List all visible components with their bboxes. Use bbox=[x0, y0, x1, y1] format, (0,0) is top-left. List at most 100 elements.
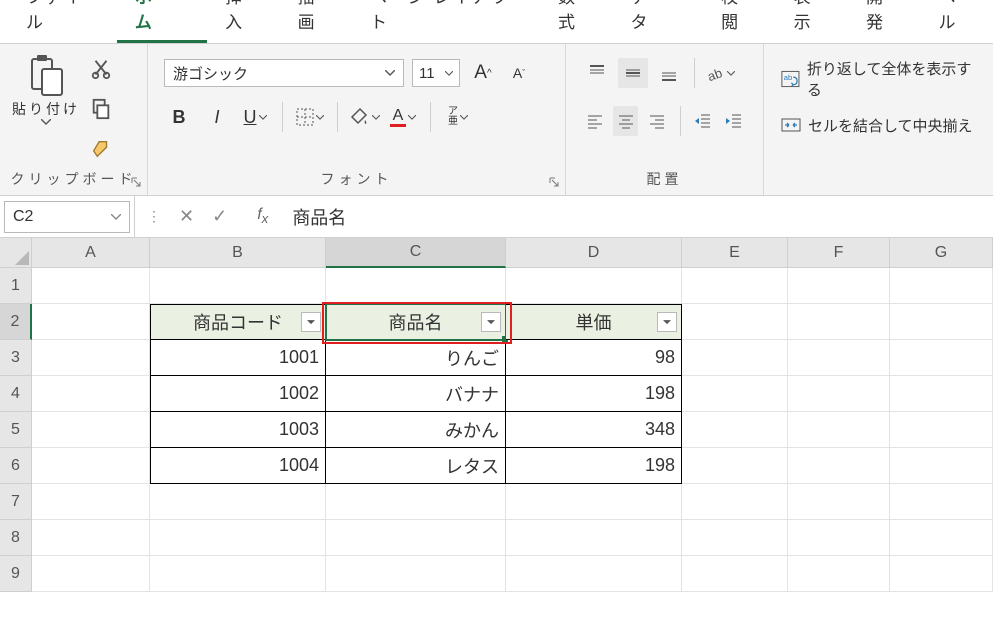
borders-button[interactable] bbox=[295, 102, 325, 132]
cell-B7[interactable] bbox=[150, 484, 326, 520]
font-name-select[interactable]: 游ゴシック bbox=[164, 59, 404, 87]
align-right-button[interactable] bbox=[644, 106, 669, 136]
tab-view[interactable]: 表示 bbox=[776, 0, 848, 43]
cell-G8[interactable] bbox=[890, 520, 993, 556]
row-header-9[interactable]: 9 bbox=[0, 556, 32, 592]
cell-G3[interactable] bbox=[890, 340, 993, 376]
cell-C9[interactable] bbox=[326, 556, 506, 592]
cell-A4[interactable] bbox=[32, 376, 150, 412]
paste-button[interactable]: 貼り付け bbox=[8, 52, 84, 125]
tab-review[interactable]: 校閲 bbox=[703, 0, 775, 43]
row-header-4[interactable]: 4 bbox=[0, 376, 32, 412]
cell-B4[interactable]: 1002 bbox=[150, 376, 326, 412]
cell-G6[interactable] bbox=[890, 448, 993, 484]
cell-D3[interactable]: 98 bbox=[506, 340, 682, 376]
row-header-2[interactable]: 2 bbox=[0, 304, 32, 340]
fx-label[interactable]: fx bbox=[239, 206, 286, 226]
tab-file[interactable]: ファイル bbox=[8, 0, 117, 43]
row-header-1[interactable]: 1 bbox=[0, 268, 32, 304]
filter-button[interactable] bbox=[301, 312, 321, 332]
cell-D7[interactable] bbox=[506, 484, 682, 520]
align-middle-button[interactable] bbox=[618, 58, 648, 88]
col-header-G[interactable]: G bbox=[890, 238, 993, 268]
cell-F7[interactable] bbox=[788, 484, 890, 520]
cell-F8[interactable] bbox=[788, 520, 890, 556]
cell-E9[interactable] bbox=[682, 556, 788, 592]
formula-value[interactable]: 商品名 bbox=[286, 204, 352, 230]
cell-D6[interactable]: 198 bbox=[506, 448, 682, 484]
filter-button[interactable] bbox=[481, 312, 501, 332]
row-header-7[interactable]: 7 bbox=[0, 484, 32, 520]
cell-E2[interactable] bbox=[682, 304, 788, 340]
wrap-text-button[interactable]: ab 折り返して全体を表示する bbox=[780, 58, 977, 100]
cell-G5[interactable] bbox=[890, 412, 993, 448]
cell-A1[interactable] bbox=[32, 268, 150, 304]
select-all-corner[interactable] bbox=[0, 238, 32, 268]
cell-E8[interactable] bbox=[682, 520, 788, 556]
cell-B8[interactable] bbox=[150, 520, 326, 556]
name-box[interactable]: C2 bbox=[4, 201, 130, 233]
cell-B9[interactable] bbox=[150, 556, 326, 592]
cell-G7[interactable] bbox=[890, 484, 993, 520]
cell-C5[interactable]: みかん bbox=[326, 412, 506, 448]
cell-A7[interactable] bbox=[32, 484, 150, 520]
cell-F4[interactable] bbox=[788, 376, 890, 412]
row-header-6[interactable]: 6 bbox=[0, 448, 32, 484]
cell-F2[interactable] bbox=[788, 304, 890, 340]
cell-C1[interactable] bbox=[326, 268, 506, 304]
col-header-F[interactable]: F bbox=[788, 238, 890, 268]
col-header-C[interactable]: C bbox=[326, 238, 506, 268]
col-header-D[interactable]: D bbox=[506, 238, 682, 268]
tab-insert[interactable]: 挿入 bbox=[207, 0, 279, 43]
align-top-button[interactable] bbox=[582, 58, 612, 88]
cell-F3[interactable] bbox=[788, 340, 890, 376]
font-dialog-launcher[interactable] bbox=[547, 175, 561, 189]
cell-D1[interactable] bbox=[506, 268, 682, 304]
font-color-button[interactable]: A bbox=[388, 102, 418, 132]
cell-A8[interactable] bbox=[32, 520, 150, 556]
tab-home[interactable]: ホーム bbox=[117, 0, 207, 43]
cell-G2[interactable] bbox=[890, 304, 993, 340]
cell-A2[interactable] bbox=[32, 304, 150, 340]
accept-formula-button[interactable]: ✓ bbox=[212, 206, 227, 227]
copy-button[interactable] bbox=[88, 96, 114, 122]
col-header-B[interactable]: B bbox=[150, 238, 326, 268]
align-bottom-button[interactable] bbox=[654, 58, 684, 88]
filter-button[interactable] bbox=[657, 312, 677, 332]
cell-G4[interactable] bbox=[890, 376, 993, 412]
cell-A6[interactable] bbox=[32, 448, 150, 484]
cell-A3[interactable] bbox=[32, 340, 150, 376]
cell-F1[interactable] bbox=[788, 268, 890, 304]
cell-F5[interactable] bbox=[788, 412, 890, 448]
cell-D4[interactable]: 198 bbox=[506, 376, 682, 412]
decrease-indent-button[interactable] bbox=[691, 106, 716, 136]
cell-G9[interactable] bbox=[890, 556, 993, 592]
cell-B2[interactable]: 商品コード bbox=[150, 304, 326, 340]
tab-data[interactable]: データ bbox=[612, 0, 703, 43]
bold-button[interactable]: B bbox=[164, 102, 194, 132]
cell-E4[interactable] bbox=[682, 376, 788, 412]
cell-C7[interactable] bbox=[326, 484, 506, 520]
row-header-3[interactable]: 3 bbox=[0, 340, 32, 376]
formula-options-icon[interactable]: ⋮ bbox=[147, 208, 161, 225]
cell-D2[interactable]: 単価 bbox=[506, 304, 682, 340]
cell-C4[interactable]: バナナ bbox=[326, 376, 506, 412]
cell-B5[interactable]: 1003 bbox=[150, 412, 326, 448]
cell-F6[interactable] bbox=[788, 448, 890, 484]
align-left-button[interactable] bbox=[582, 106, 607, 136]
clipboard-dialog-launcher[interactable] bbox=[129, 175, 143, 189]
cell-E1[interactable] bbox=[682, 268, 788, 304]
cell-G1[interactable] bbox=[890, 268, 993, 304]
cell-B3[interactable]: 1001 bbox=[150, 340, 326, 376]
tab-formulas[interactable]: 数式 bbox=[540, 0, 612, 43]
tab-help[interactable]: ヘル bbox=[921, 0, 993, 43]
increase-font-size-button[interactable]: A^ bbox=[468, 58, 498, 88]
cell-D8[interactable] bbox=[506, 520, 682, 556]
cell-E3[interactable] bbox=[682, 340, 788, 376]
cell-A9[interactable] bbox=[32, 556, 150, 592]
cell-C6[interactable]: レタス bbox=[326, 448, 506, 484]
cell-C3[interactable]: りんご bbox=[326, 340, 506, 376]
cell-C2[interactable]: 商品名 bbox=[326, 304, 506, 340]
align-center-button[interactable] bbox=[613, 106, 638, 136]
cell-F9[interactable] bbox=[788, 556, 890, 592]
